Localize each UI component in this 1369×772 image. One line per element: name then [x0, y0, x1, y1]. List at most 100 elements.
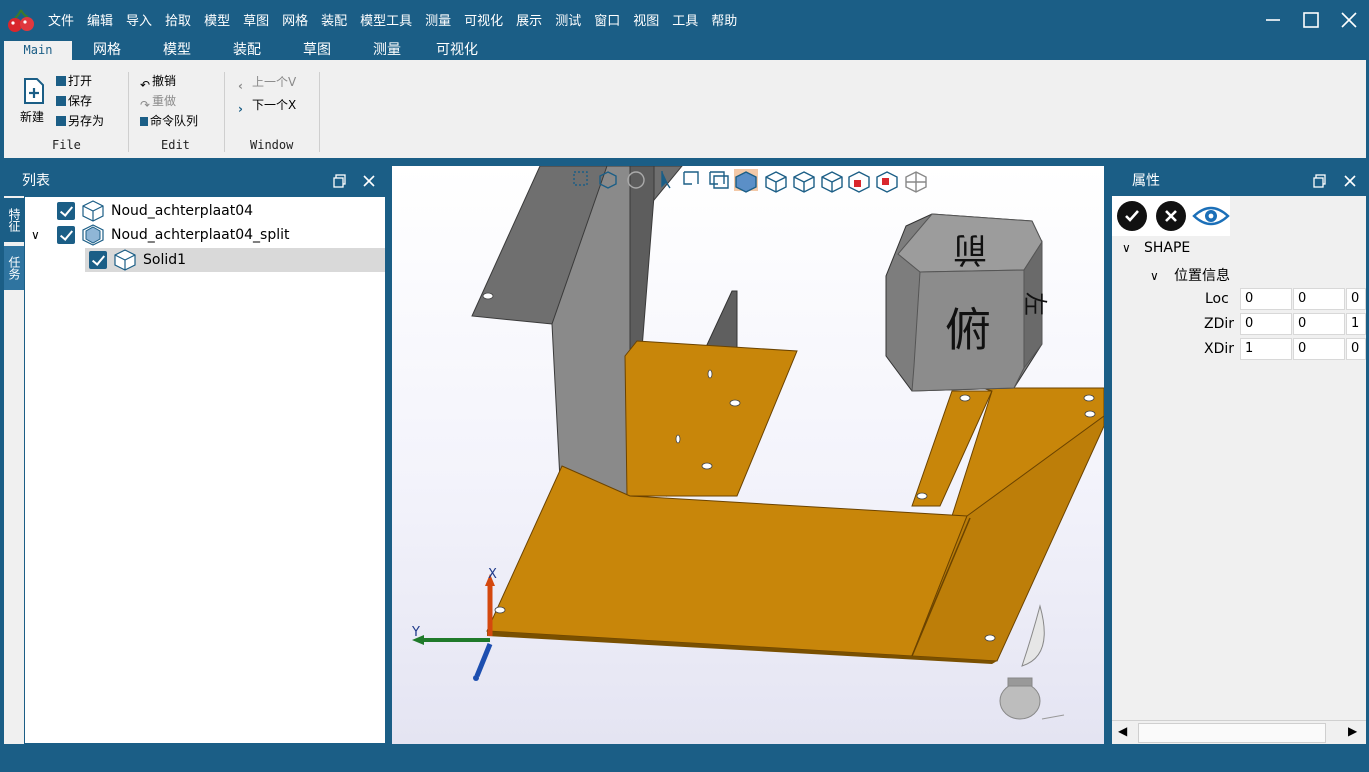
next-window-label: 下一个X — [252, 98, 297, 112]
redo-label: 重做 — [152, 94, 177, 108]
menu-pick[interactable]: 拾取 — [165, 10, 191, 29]
visibility-checkbox[interactable] — [89, 251, 107, 269]
menu-view[interactable]: 视图 — [633, 10, 659, 29]
cancel-button[interactable] — [1155, 200, 1187, 232]
close-panel-icon[interactable] — [361, 173, 377, 189]
undo-label: 撤销 — [152, 74, 177, 88]
redo-button[interactable]: ↷ 重做 — [140, 92, 177, 112]
open-label: 打开 — [68, 74, 93, 88]
menu-help[interactable]: 帮助 — [711, 10, 737, 29]
chevron-right-icon: › — [238, 102, 243, 116]
tab-sketch[interactable]: 草图 — [292, 41, 342, 60]
zdir-z-field[interactable]: 1 — [1346, 313, 1366, 335]
3d-viewport[interactable]: X Y 前 俯 左 — [392, 166, 1104, 744]
section-cube-icon[interactable] — [848, 171, 870, 193]
menu-edit[interactable]: 编辑 — [87, 10, 113, 29]
next-window-button[interactable]: › 下一个X — [238, 96, 297, 116]
zdir-label: ZDir — [1204, 316, 1235, 332]
view-cube[interactable]: 前 俯 左 — [885, 213, 1049, 392]
visibility-checkbox[interactable] — [57, 202, 75, 220]
position-subsection-label: 位置信息 — [1174, 268, 1230, 284]
menu-tools[interactable]: 工具 — [672, 10, 698, 29]
open-button[interactable]: 打开 — [56, 72, 92, 90]
cube-front-view-icon[interactable] — [765, 171, 787, 193]
cube-top-view-icon[interactable] — [793, 171, 815, 193]
tab-main[interactable]: Main — [4, 41, 72, 60]
xdir-z-field[interactable]: 0 — [1346, 338, 1366, 360]
visibility-toggle-button[interactable] — [1192, 200, 1230, 232]
tree-item-group[interactable]: ∨ Noud_achterplaat04_split — [31, 223, 290, 247]
menu-model[interactable]: 模型 — [204, 10, 230, 29]
menu-show[interactable]: 展示 — [516, 10, 542, 29]
new-button-label: 新建 — [20, 110, 45, 124]
model-scene[interactable]: X Y 前 俯 左 — [392, 166, 1104, 744]
position-subsection-header[interactable]: ∨ 位置信息 — [1150, 265, 1230, 285]
minimize-button[interactable] — [1261, 8, 1285, 32]
shaded-cube-icon[interactable] — [734, 169, 758, 193]
tab-mesh[interactable]: 网格 — [82, 41, 132, 60]
loc-x-field[interactable]: 0 — [1240, 288, 1292, 310]
confirm-button[interactable] — [1116, 200, 1148, 232]
loc-label: Loc — [1205, 291, 1229, 307]
tree-item-selected[interactable]: Solid1 — [85, 248, 385, 272]
tab-tasks[interactable]: 任务 — [4, 246, 24, 290]
loc-z-field[interactable]: 0 — [1346, 288, 1366, 310]
solid-cube-icon — [82, 200, 104, 222]
tab-features[interactable]: 特征 — [4, 198, 24, 242]
ribbon-tab-bar: Main 网格 模型 装配 草图 测量 可视化 — [0, 38, 1369, 60]
maximize-icon — [1303, 12, 1319, 28]
prev-window-label: 上一个V — [252, 75, 297, 89]
menu-measure[interactable]: 测量 — [425, 10, 451, 29]
close-panel-icon[interactable] — [1342, 173, 1358, 189]
menu-test[interactable]: 测试 — [555, 10, 581, 29]
loc-y-field[interactable]: 0 — [1293, 288, 1345, 310]
cube-side-view-icon[interactable] — [821, 171, 843, 193]
xdir-y-field[interactable]: 0 — [1293, 338, 1345, 360]
scrollbar-thumb[interactable] — [1138, 723, 1326, 743]
explode-cube-icon[interactable] — [876, 171, 898, 193]
shape-section-header[interactable]: ∨ SHAPE — [1122, 240, 1190, 256]
save-button[interactable]: 保存 — [56, 92, 92, 110]
menu-window[interactable]: 窗口 — [594, 10, 620, 29]
wireframe-cube-icon[interactable] — [905, 171, 927, 193]
tab-model[interactable]: 模型 — [152, 41, 202, 60]
view-cube-front-label: 俯 — [945, 303, 991, 357]
menu-sketch[interactable]: 草图 — [243, 10, 269, 29]
menu-assembly[interactable]: 装配 — [321, 10, 347, 29]
file-group-label: File — [52, 138, 81, 152]
close-window-button[interactable] — [1337, 8, 1361, 32]
xdir-label: XDir — [1204, 341, 1235, 357]
scroll-right-icon[interactable]: ▶ — [1348, 724, 1357, 738]
scroll-left-icon[interactable]: ◀ — [1118, 724, 1127, 738]
xdir-x-field[interactable]: 1 — [1240, 338, 1292, 360]
chevron-down-icon[interactable]: ∨ — [31, 228, 57, 242]
menu-import[interactable]: 导入 — [126, 10, 152, 29]
float-panel-icon[interactable] — [1312, 173, 1328, 189]
prev-window-button[interactable]: ‹ 上一个V — [238, 73, 297, 93]
menu-model-tools[interactable]: 模型工具 — [360, 10, 412, 29]
menu-visualize[interactable]: 可视化 — [464, 10, 503, 29]
tab-visualize[interactable]: 可视化 — [426, 41, 488, 60]
new-button[interactable]: 新建 — [20, 78, 48, 128]
save-as-button[interactable]: 另存为 — [56, 112, 104, 130]
command-queue-button[interactable]: 命令队列 — [140, 112, 198, 130]
save-as-label: 另存为 — [68, 114, 105, 128]
zdir-x-field[interactable]: 0 — [1240, 313, 1292, 335]
maximize-button[interactable] — [1299, 8, 1323, 32]
tab-measure[interactable]: 测量 — [362, 41, 412, 60]
tree-item-label: Solid1 — [143, 252, 187, 268]
zdir-y-field[interactable]: 0 — [1293, 313, 1345, 335]
window-zoom-icon[interactable] — [709, 171, 729, 189]
menu-mesh[interactable]: 网格 — [282, 10, 308, 29]
tree-item[interactable]: Noud_achterplaat04 — [57, 199, 253, 223]
horizontal-scrollbar[interactable]: ◀ ▶ — [1112, 720, 1366, 744]
menu-file[interactable]: 文件 — [48, 10, 74, 29]
float-panel-icon[interactable] — [332, 173, 348, 189]
visibility-checkbox[interactable] — [57, 226, 75, 244]
ribbon-separator — [128, 72, 129, 152]
window-group-label: Window — [250, 138, 294, 152]
undo-button[interactable]: ↶ 撤销 — [140, 72, 177, 92]
window-select-icon[interactable] — [683, 171, 699, 185]
tab-assembly[interactable]: 装配 — [222, 41, 272, 60]
ribbon-separator — [319, 72, 320, 152]
